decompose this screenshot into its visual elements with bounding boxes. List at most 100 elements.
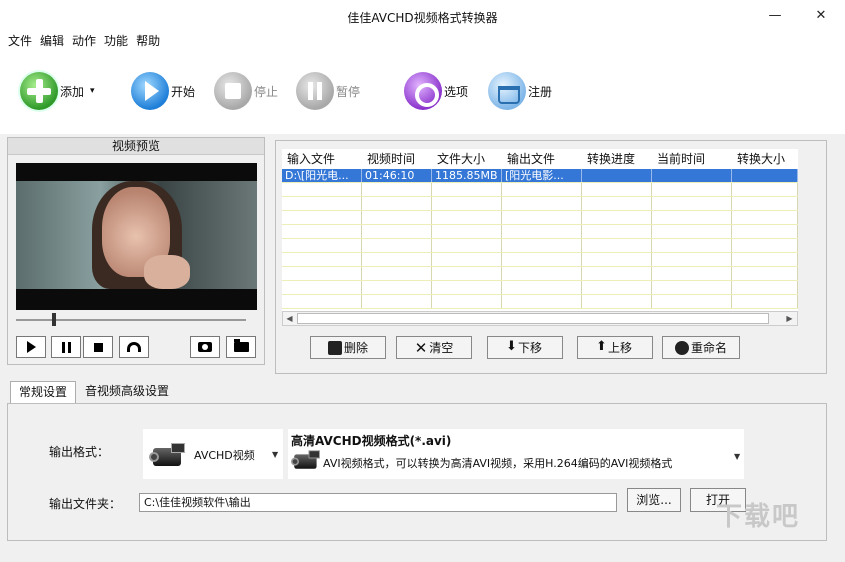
rename-label: 重命名 (690, 341, 727, 355)
pause-icon (61, 341, 71, 353)
column-header[interactable]: 当前时间 (652, 149, 732, 169)
empty-row (282, 225, 798, 239)
table-cell (732, 169, 798, 182)
scroll-right-icon[interactable]: ▶ (783, 312, 796, 325)
output-folder-label: 输出文件夹： (49, 497, 122, 511)
camcorder-icon (149, 440, 189, 470)
empty-row (282, 295, 798, 309)
start-label: 开始 (171, 84, 196, 99)
trash-icon (327, 340, 342, 355)
format-detail-select[interactable]: 高清AVCHD视频格式(*.avi) AVI视频格式，可以转换为高清AVI视频，… (288, 429, 744, 479)
tab-advanced-av-settings[interactable]: 音视频高级设置 (77, 381, 177, 403)
clear-x-icon: ✕ (414, 338, 428, 357)
move-down-label: 下移 (517, 341, 542, 355)
menu-file[interactable]: 文件 (4, 32, 36, 50)
toolbar: 添加 ▾ 开始 停止 暂停 选项 注册 (0, 52, 845, 134)
basket-icon (488, 72, 526, 110)
snapshot-button[interactable] (190, 336, 220, 358)
table-row[interactable]: D:\[阳光电... 01:46:10 1185.85MB [阳光电影... (282, 169, 798, 183)
add-button[interactable]: 添加 ▾ (20, 71, 95, 111)
delete-label: 删除 (343, 341, 368, 355)
menu-help[interactable]: 帮助 (132, 32, 164, 50)
pause-icon (296, 72, 334, 110)
add-dropdown-icon[interactable]: ▾ (90, 86, 95, 96)
window-title: 佳佳AVCHD视频格式转换器 (347, 11, 498, 25)
register-button[interactable]: 注册 (488, 71, 552, 111)
start-button[interactable]: 开始 (131, 71, 195, 111)
clear-label: 清空 (429, 341, 454, 355)
file-list-panel: 输入文件 视频时间 文件大小 输出文件 转换进度 当前时间 转换大小 D:\[阳… (275, 140, 827, 374)
empty-row (282, 239, 798, 253)
output-folder-input[interactable]: C:\佳佳视频软件\输出 (139, 493, 617, 512)
empty-row (282, 281, 798, 295)
empty-row (282, 183, 798, 197)
pause-label: 暂停 (336, 84, 361, 99)
table-cell: D:\[阳光电... (282, 169, 362, 182)
camcorder-icon (291, 448, 323, 472)
stop-icon (93, 342, 103, 352)
move-up-button[interactable]: 上移 (577, 336, 653, 359)
column-header[interactable]: 视频时间 (362, 149, 432, 169)
stop-preview-button[interactable] (83, 336, 113, 358)
clear-button[interactable]: ✕ 清空 (396, 336, 472, 359)
play-button[interactable] (16, 336, 46, 358)
title-bar: 佳佳AVCHD视频格式转换器 — ✕ (0, 0, 845, 32)
output-format-label: 输出格式： (49, 445, 110, 459)
loop-button[interactable] (119, 336, 149, 358)
folder-icon (233, 339, 249, 352)
table-cell: 01:46:10 (362, 169, 432, 182)
file-table: 输入文件 视频时间 文件大小 输出文件 转换进度 当前时间 转换大小 D:\[阳… (282, 149, 798, 311)
general-settings-panel: 输出格式： AVCHD视频 ▼ 高清AVCHD视频格式(*.avi) AVI视频… (7, 403, 827, 541)
rename-button[interactable]: 重命名 (662, 336, 740, 359)
move-down-button[interactable]: 下移 (487, 336, 563, 359)
move-up-label: 上移 (607, 341, 632, 355)
horizontal-scrollbar[interactable]: ◀ ▶ (282, 311, 798, 326)
pause-preview-button[interactable] (51, 336, 81, 358)
format-category-select[interactable]: AVCHD视频 ▼ (143, 429, 283, 479)
preview-title: 视频预览 (8, 138, 264, 155)
menu-function[interactable]: 功能 (100, 32, 132, 50)
frame-hand (144, 255, 190, 289)
tab-general-settings[interactable]: 常规设置 (10, 381, 77, 403)
delete-button[interactable]: 删除 (310, 336, 386, 359)
arrow-up-icon (596, 339, 607, 355)
table-header: 输入文件 视频时间 文件大小 输出文件 转换进度 当前时间 转换大小 (282, 149, 798, 169)
scroll-left-icon[interactable]: ◀ (283, 312, 296, 325)
video-frame (16, 181, 257, 289)
scrollbar-thumb[interactable] (297, 313, 769, 324)
stop-button[interactable]: 停止 (214, 71, 278, 111)
add-icon (20, 72, 58, 110)
play-icon (26, 341, 36, 353)
arrow-down-icon (506, 339, 517, 355)
video-preview-panel: 视频预览 (7, 137, 265, 365)
empty-row (282, 267, 798, 281)
stop-icon (214, 72, 252, 110)
column-header[interactable]: 文件大小 (432, 149, 502, 169)
column-header[interactable]: 输入文件 (282, 149, 362, 169)
film-reel-icon (674, 340, 689, 355)
close-button[interactable]: ✕ (808, 4, 834, 28)
play-icon (131, 72, 169, 110)
gear-icon (404, 72, 442, 110)
add-label: 添加 (60, 84, 85, 99)
table-cell (652, 169, 732, 182)
open-snapshot-folder-button[interactable] (226, 336, 256, 358)
register-label: 注册 (528, 84, 553, 99)
column-header[interactable]: 输出文件 (502, 149, 582, 169)
table-cell (582, 169, 652, 182)
column-header[interactable]: 转换进度 (582, 149, 652, 169)
watermark-logo: 下载吧 (716, 502, 801, 532)
options-button[interactable]: 选项 (404, 71, 468, 111)
menu-action[interactable]: 动作 (68, 32, 100, 50)
seek-bar[interactable] (16, 319, 246, 321)
menu-edit[interactable]: 编辑 (36, 32, 68, 50)
empty-row (282, 253, 798, 267)
pause-button[interactable]: 暂停 (296, 71, 360, 111)
browse-button[interactable]: 浏览... (627, 488, 681, 512)
video-preview (16, 163, 257, 310)
chevron-down-icon: ▼ (272, 450, 279, 459)
empty-row (282, 197, 798, 211)
seek-thumb[interactable] (52, 313, 56, 326)
column-header[interactable]: 转换大小 (732, 149, 798, 169)
minimize-button[interactable]: — (762, 4, 788, 28)
